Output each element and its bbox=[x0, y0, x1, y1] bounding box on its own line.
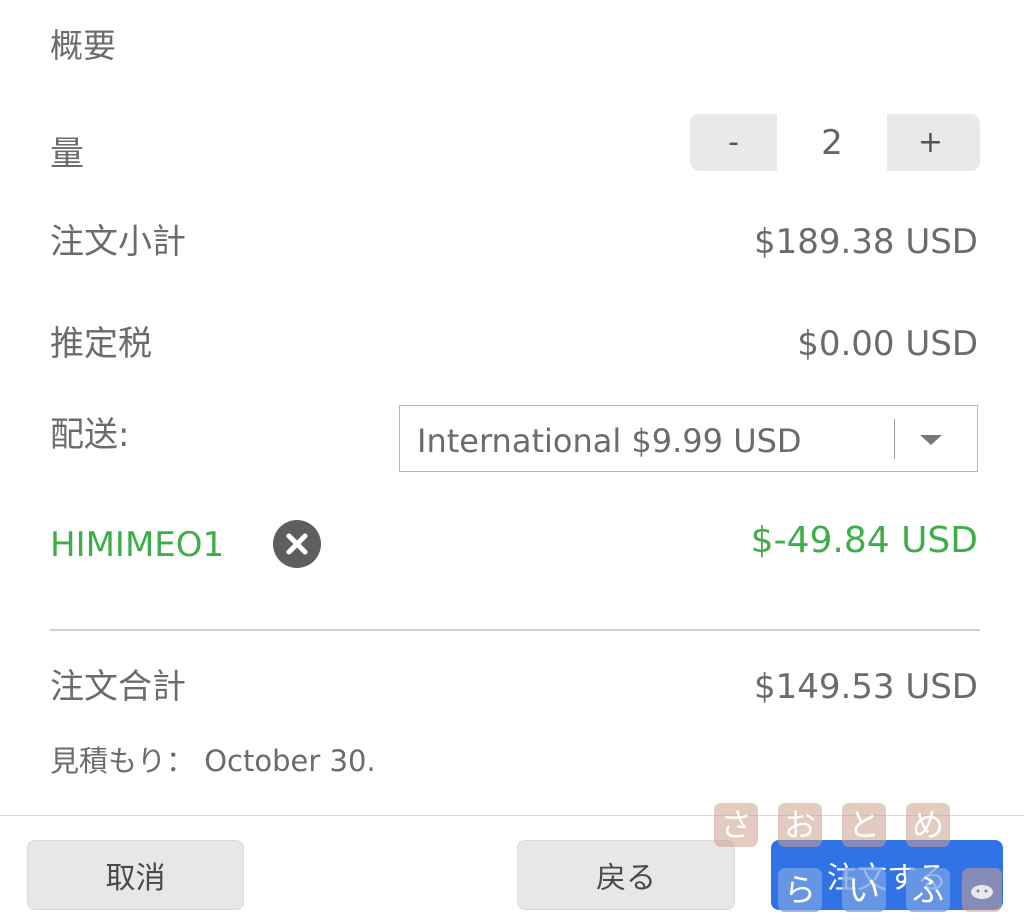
shipping-selected-value: International $9.99 USD bbox=[417, 422, 802, 460]
watermark-char: お bbox=[778, 803, 822, 847]
total-value: $149.53 USD bbox=[753, 667, 978, 707]
watermark-char: と bbox=[842, 803, 886, 847]
subtotal-label: 注文小計 bbox=[50, 222, 186, 262]
summary-divider bbox=[50, 629, 980, 631]
coupon-code: HIMIMEO1 bbox=[50, 525, 225, 565]
close-icon bbox=[286, 533, 308, 555]
tax-label: 推定税 bbox=[50, 324, 152, 364]
cat-icon bbox=[971, 885, 993, 899]
chevron-down-icon[interactable] bbox=[920, 435, 942, 445]
select-divider bbox=[894, 419, 895, 459]
remove-coupon-icon[interactable] bbox=[273, 520, 321, 568]
shipping-label: 配送: bbox=[50, 415, 130, 455]
coupon-discount-value: $-49.84 USD bbox=[750, 520, 978, 561]
quantity-increment-button[interactable]: + bbox=[887, 114, 974, 171]
tax-value: $0.00 USD bbox=[797, 324, 978, 364]
watermark-logo-icon bbox=[962, 868, 1002, 912]
cancel-button[interactable]: 取消 bbox=[27, 840, 244, 910]
quantity-value[interactable]: 2 bbox=[777, 114, 887, 171]
watermark-char: さ bbox=[714, 803, 758, 847]
back-button[interactable]: 戻る bbox=[517, 840, 735, 910]
watermark-char: ふ bbox=[906, 868, 950, 912]
watermark-char: ら bbox=[778, 868, 822, 912]
quantity-stepper: - 2 + bbox=[690, 114, 980, 171]
watermark-char: め bbox=[906, 803, 950, 847]
subtotal-value: $189.38 USD bbox=[753, 222, 978, 262]
shipping-select[interactable]: International $9.99 USD bbox=[399, 405, 978, 472]
quantity-label: 量 bbox=[50, 134, 84, 174]
delivery-estimate: 見積もり： October 30. bbox=[50, 744, 376, 778]
quantity-decrement-button[interactable]: - bbox=[690, 114, 777, 171]
watermark-char: い bbox=[842, 868, 886, 912]
summary-title: 概要 bbox=[50, 26, 116, 65]
total-label: 注文合計 bbox=[50, 667, 186, 707]
